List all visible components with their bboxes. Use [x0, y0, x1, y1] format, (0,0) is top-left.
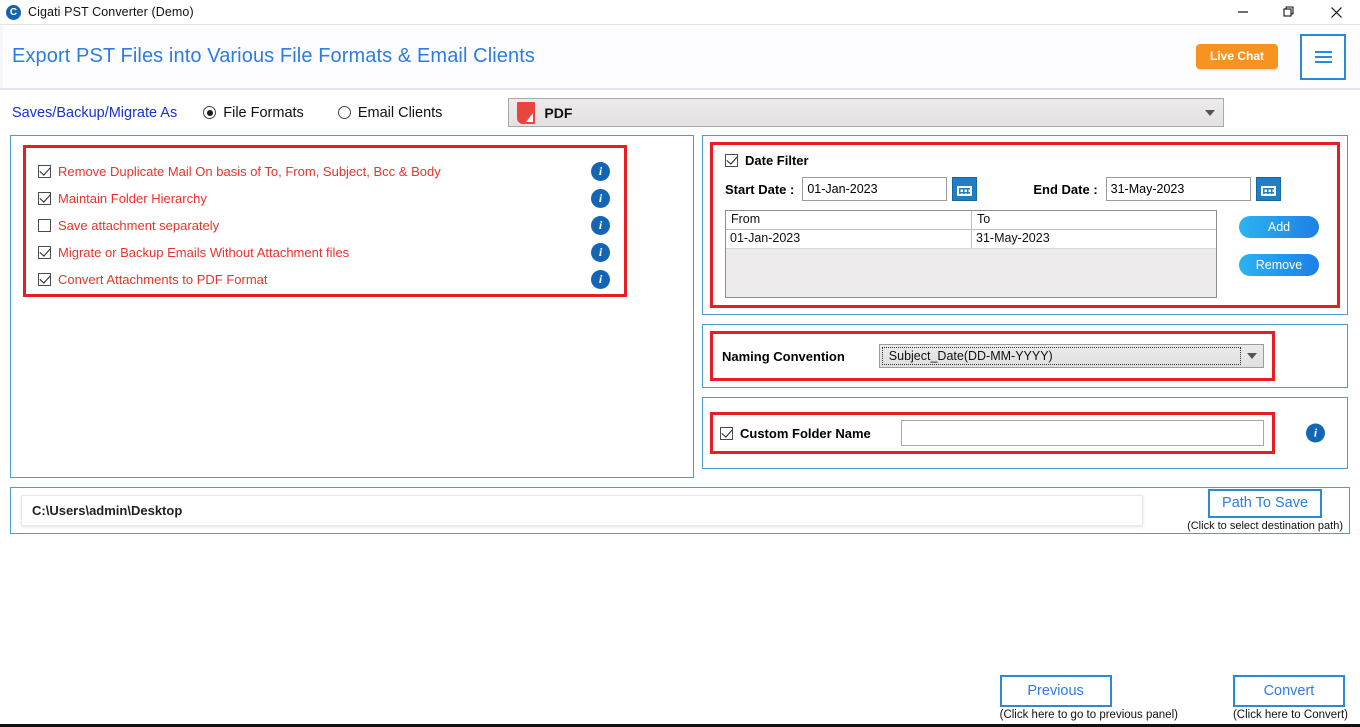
calendar-glyph — [1260, 182, 1276, 196]
naming-convention-panel: Naming Convention Subject_Date(DD-MM-YYY… — [702, 324, 1348, 388]
date-filter-header[interactable]: Date Filter — [725, 153, 1325, 168]
minimize-icon[interactable] — [1220, 0, 1266, 25]
app-logo-icon: C — [6, 4, 21, 20]
date-filter-panel: Date Filter Start Date : 01-Jan-2023 End… — [702, 135, 1348, 315]
app-header: Export PST Files into Various File Forma… — [0, 25, 1360, 90]
naming-convention-group: Naming Convention Subject_Date(DD-MM-YYY… — [710, 331, 1275, 381]
option-save-attachment-separately[interactable]: Save attachment separately i — [26, 212, 624, 238]
radio-file-formats-indicator — [203, 106, 217, 119]
pdf-file-icon — [517, 101, 536, 124]
end-date-calendar-icon[interactable] — [1255, 177, 1281, 201]
info-icon[interactable]: i — [591, 242, 610, 262]
custom-folder-group: Custom Folder Name — [710, 412, 1275, 454]
info-icon[interactable]: i — [591, 188, 610, 208]
output-options-row: Saves/Backup/Migrate As File Formats Ema… — [0, 90, 1360, 135]
remove-date-range-button[interactable]: Remove — [1239, 254, 1319, 276]
checkbox-save-attachment-separately[interactable] — [38, 218, 51, 232]
date-filter-body: From To 01-Jan-2023 31-May-2023 Add Remo… — [725, 210, 1325, 298]
info-icon[interactable]: i — [591, 269, 610, 289]
hamburger-bars — [1314, 50, 1332, 63]
start-date-calendar-icon[interactable] — [952, 177, 978, 201]
date-filter-title: Date Filter — [745, 153, 809, 168]
title-bar: C Cigati PST Converter (Demo) — [0, 0, 1360, 25]
convert-button[interactable]: Convert — [1232, 674, 1345, 707]
column-header-from: From — [726, 211, 972, 229]
save-as-label: Saves/Backup/Migrate As — [12, 104, 178, 121]
radio-email-clients[interactable]: Email Clients — [337, 104, 443, 121]
add-date-range-button[interactable]: Add — [1239, 216, 1319, 238]
right-column: Date Filter Start Date : 01-Jan-2023 End… — [702, 135, 1348, 478]
path-to-save-hint: (Click to select destination path) — [1187, 520, 1343, 533]
previous-group: Previous (Click here to go to previous p… — [999, 674, 1178, 721]
column-header-to: To — [977, 212, 991, 226]
restore-icon[interactable] — [1266, 0, 1312, 25]
end-date-label: End Date : — [1033, 181, 1098, 197]
radio-email-clients-label: Email Clients — [357, 104, 443, 121]
calendar-glyph — [957, 182, 973, 196]
option-label: Save attachment separately — [58, 217, 220, 233]
option-label: Migrate or Backup Emails Without Attachm… — [58, 244, 350, 260]
convert-group: Convert (Click here to Convert) — [1232, 674, 1348, 721]
date-filter-group: Date Filter Start Date : 01-Jan-2023 End… — [710, 142, 1340, 308]
checkbox-remove-duplicate-mail[interactable] — [38, 164, 51, 178]
cell-to: 31-May-2023 — [976, 231, 1050, 245]
date-range-row: Start Date : 01-Jan-2023 End Date : 31-M… — [725, 177, 1325, 201]
path-to-save-button[interactable]: Path To Save — [1208, 488, 1323, 519]
table-empty-area — [726, 249, 1216, 297]
window-controls — [1220, 0, 1360, 25]
previous-button[interactable]: Previous — [999, 674, 1112, 707]
info-icon[interactable]: i — [591, 161, 610, 181]
checkbox-maintain-folder-hierarchy[interactable] — [38, 191, 51, 205]
checkbox-custom-folder-name[interactable] — [720, 426, 733, 440]
table-row[interactable]: 01-Jan-2023 31-May-2023 — [726, 230, 1216, 249]
option-label: Remove Duplicate Mail On basis of To, Fr… — [58, 163, 441, 179]
radio-file-formats[interactable]: File Formats — [203, 105, 304, 121]
chevron-down-icon — [1247, 353, 1257, 359]
option-remove-duplicate-mail[interactable]: Remove Duplicate Mail On basis of To, Fr… — [26, 158, 624, 184]
table-header-row: From To — [726, 211, 1216, 230]
end-date-input[interactable]: 31-May-2023 — [1105, 177, 1251, 201]
page-title: Export PST Files into Various File Forma… — [12, 45, 535, 67]
conversion-options-panel: Remove Duplicate Mail On basis of To, Fr… — [10, 135, 694, 478]
naming-convention-dropdown[interactable]: Subject_Date(DD-MM-YYYY) — [878, 344, 1264, 368]
previous-hint: (Click here to go to previous panel) — [999, 709, 1178, 721]
checkbox-convert-attachments-to-pdf[interactable] — [38, 272, 51, 286]
file-format-dropdown[interactable]: PDF — [508, 98, 1225, 127]
start-date-label: Start Date : — [725, 181, 795, 197]
option-maintain-folder-hierarchy[interactable]: Maintain Folder Hierarchy i — [26, 185, 624, 211]
option-label: Maintain Folder Hierarchy — [58, 190, 207, 206]
info-icon[interactable]: i — [591, 215, 610, 235]
window-title: Cigati PST Converter (Demo) — [28, 5, 194, 19]
date-range-table[interactable]: From To 01-Jan-2023 31-May-2023 — [725, 210, 1217, 298]
header-actions: Live Chat — [1195, 33, 1346, 80]
live-chat-button[interactable]: Live Chat — [1195, 44, 1278, 69]
file-format-value: PDF — [544, 104, 573, 121]
custom-folder-panel: Custom Folder Name i — [702, 397, 1348, 469]
naming-convention-label: Naming Convention — [722, 348, 845, 364]
option-migrate-without-attachments[interactable]: Migrate or Backup Emails Without Attachm… — [26, 239, 624, 265]
chevron-down-icon — [1205, 109, 1216, 116]
custom-folder-input[interactable] — [900, 420, 1264, 446]
footer-actions: Previous (Click here to go to previous p… — [999, 674, 1348, 721]
close-icon[interactable] — [1312, 0, 1360, 25]
main-content: Remove Duplicate Mail On basis of To, Fr… — [0, 135, 1360, 478]
date-range-actions: Add Remove — [1239, 210, 1319, 276]
checkbox-migrate-without-attachments[interactable] — [38, 245, 51, 259]
checkbox-group: Remove Duplicate Mail On basis of To, Fr… — [23, 145, 627, 297]
naming-convention-value: Subject_Date(DD-MM-YYYY) — [888, 349, 1053, 363]
start-date-input[interactable]: 01-Jan-2023 — [802, 177, 948, 201]
cell-from: 01-Jan-2023 — [726, 230, 972, 248]
info-icon[interactable]: i — [1306, 423, 1325, 443]
convert-hint: (Click here to Convert) — [1232, 709, 1348, 721]
custom-folder-label: Custom Folder Name — [740, 425, 871, 441]
option-label: Convert Attachments to PDF Format — [58, 271, 268, 287]
destination-path-bar: C:\Users\admin\Desktop Path To Save (Cli… — [10, 487, 1350, 534]
checkbox-date-filter[interactable] — [725, 154, 738, 167]
option-convert-attachments-to-pdf[interactable]: Convert Attachments to PDF Format i — [26, 266, 624, 292]
radio-email-clients-indicator — [337, 106, 351, 119]
destination-path-value[interactable]: C:\Users\admin\Desktop — [21, 495, 1143, 526]
radio-file-formats-label: File Formats — [223, 104, 304, 121]
path-to-save-group: Path To Save (Click to select destinatio… — [1187, 488, 1343, 533]
hamburger-menu-icon[interactable] — [1300, 33, 1346, 80]
